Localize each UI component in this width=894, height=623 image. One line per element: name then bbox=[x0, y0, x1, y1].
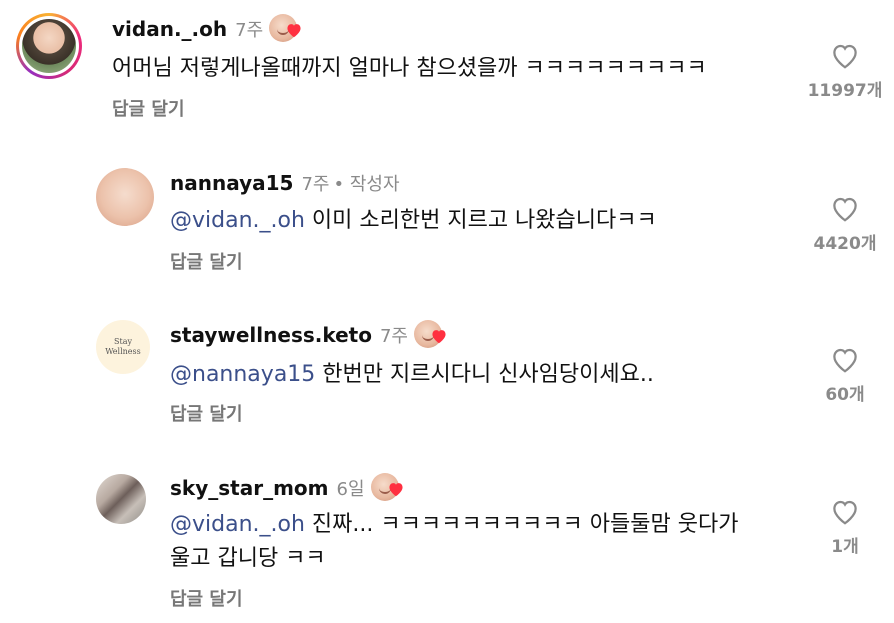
heart-outline-icon[interactable] bbox=[830, 346, 860, 374]
avatar[interactable] bbox=[96, 168, 154, 226]
author-liked-icon bbox=[370, 473, 405, 503]
mention-link[interactable]: @vidan._.oh bbox=[170, 512, 305, 537]
reply-button[interactable]: 답글 달기 bbox=[170, 400, 243, 426]
comment-text: @vidan._.oh 진짜... ㅋㅋㅋㅋㅋㅋㅋㅋㅋㅋ 아들둘맘 웃다가 울고… bbox=[170, 508, 738, 576]
comment-body: 한번만 지르시다니 신사임당이세요.. bbox=[315, 362, 654, 387]
comment-body: 울고 갑니당 ㅋㅋ bbox=[170, 546, 326, 571]
mention-link[interactable]: @nannaya15 bbox=[170, 362, 315, 387]
heart-outline-icon[interactable] bbox=[830, 195, 860, 223]
heart-outline-icon[interactable] bbox=[830, 42, 860, 70]
like-count: 4420개 bbox=[813, 234, 877, 254]
like-button[interactable]: 11997개 bbox=[800, 42, 890, 101]
comment-time: 7주 bbox=[379, 326, 408, 347]
author-badge: • 작성자 bbox=[333, 174, 400, 195]
reply-button[interactable]: 답글 달기 bbox=[170, 585, 243, 611]
like-count: 11997개 bbox=[807, 81, 883, 101]
comment-text: @vidan._.oh 이미 소리한번 지르고 나왔습니다ㅋㅋ bbox=[170, 204, 657, 238]
like-button[interactable]: 4420개 bbox=[800, 195, 890, 254]
comment-text: 어머님 저렇게나올때까지 얼마나 참으셨을까 ㅋㅋㅋㅋㅋㅋㅋㅋㅋ bbox=[112, 56, 707, 81]
heart-outline-icon[interactable] bbox=[830, 498, 860, 526]
comment-username[interactable]: staywellness.keto bbox=[170, 323, 372, 347]
avatar[interactable] bbox=[96, 474, 146, 524]
avatar-logo-text: Stay bbox=[114, 337, 132, 346]
avatar-logo-text: Wellness bbox=[105, 347, 141, 356]
comment-text: @nannaya15 한번만 지르시다니 신사임당이세요.. bbox=[170, 358, 654, 392]
author-liked-icon bbox=[414, 320, 448, 350]
comment-body: 진짜... ㅋㅋㅋㅋㅋㅋㅋㅋㅋㅋ 아들둘맘 웃다가 bbox=[304, 512, 739, 537]
avatar[interactable]: Stay Wellness bbox=[96, 320, 150, 374]
like-count: 1개 bbox=[831, 537, 859, 557]
comment-body: 이미 소리한번 지르고 나왔습니다ㅋㅋ bbox=[304, 208, 657, 233]
comment-time: 7주 bbox=[301, 174, 330, 195]
avatar[interactable] bbox=[22, 19, 76, 73]
comment-time: 6일 bbox=[336, 479, 365, 500]
reply-button[interactable]: 답글 달기 bbox=[112, 95, 185, 121]
author-liked-icon bbox=[269, 14, 303, 44]
like-button[interactable]: 60개 bbox=[800, 346, 890, 405]
like-count: 60개 bbox=[825, 385, 865, 405]
like-button[interactable]: 1개 bbox=[800, 498, 890, 557]
comment-time: 7주 bbox=[235, 20, 264, 41]
comment-item: vidan._.oh 7주 어머님 저렇게나올때까지 얼마나 참으셨을까 ㅋㅋㅋ… bbox=[0, 0, 894, 140]
comment-username[interactable]: sky_star_mom bbox=[170, 476, 329, 500]
comment-username[interactable]: vidan._.oh bbox=[112, 17, 227, 41]
comment-username[interactable]: nannaya15 bbox=[170, 171, 293, 195]
mention-link[interactable]: @vidan._.oh bbox=[170, 208, 305, 233]
reply-button[interactable]: 답글 달기 bbox=[170, 248, 243, 274]
